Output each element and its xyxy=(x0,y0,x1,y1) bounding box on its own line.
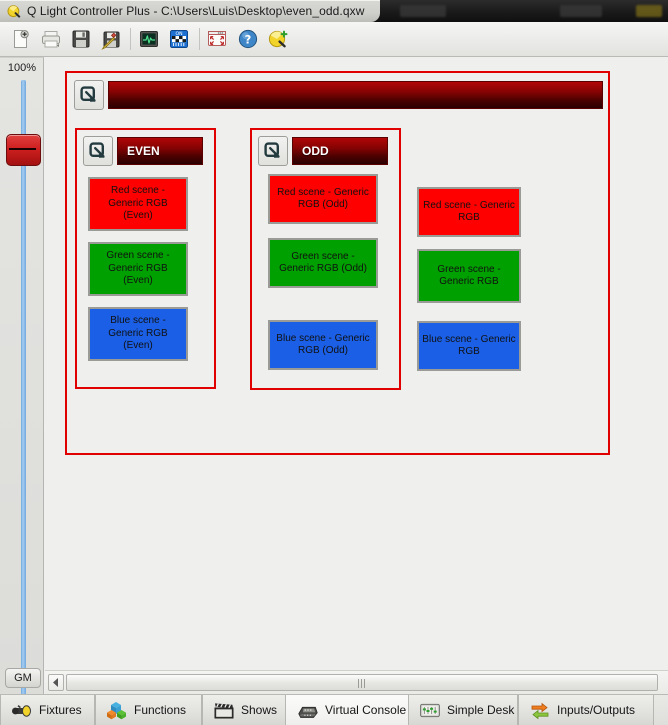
grand-master-panel: 100% GM xyxy=(0,57,44,710)
save-as-document-button[interactable] xyxy=(98,26,124,52)
fixture-light-icon xyxy=(11,700,33,720)
horizontal-scrollbar[interactable] xyxy=(45,670,668,694)
colored-cubes-icon xyxy=(106,700,128,720)
window-title: Q Light Controller Plus - C:\Users\Luis\… xyxy=(27,4,365,18)
scroll-left-arrow-icon[interactable] xyxy=(48,674,64,691)
button-label: Green scene - Generic RGB xyxy=(437,263,501,288)
tab-fixtures[interactable]: Fixtures xyxy=(0,695,95,725)
application-window: Q Light Controller Plus - C:\Users\Luis\… xyxy=(0,0,668,725)
fullscreen-button[interactable] xyxy=(204,26,230,52)
button-red-scene-even[interactable]: Red scene - Generic RGB (Even) xyxy=(88,177,188,231)
grand-master-slider-track[interactable] xyxy=(21,80,26,710)
monitor-button[interactable] xyxy=(136,26,162,52)
save-document-button[interactable] xyxy=(68,26,94,52)
collapse-frame-icon[interactable] xyxy=(258,136,288,166)
tab-simple-desk[interactable]: Simple Desk xyxy=(408,695,518,725)
button-label: Red scene - Generic RGB (Even) xyxy=(108,185,168,222)
tab-label: Functions xyxy=(134,703,187,717)
button-label: Red scene - Generic RGB (Odd) xyxy=(277,186,369,211)
tab-functions[interactable]: Functions xyxy=(95,695,202,725)
main-frame[interactable]: EVEN Red scene - Generic RGB (Even) Gree… xyxy=(65,71,610,455)
even-frame[interactable]: EVEN Red scene - Generic RGB (Even) Gree… xyxy=(75,128,216,389)
tab-label: Simple Desk xyxy=(447,703,515,717)
help-button[interactable]: ? xyxy=(235,26,261,52)
tab-label: Shows xyxy=(241,703,278,717)
button-blue-scene[interactable]: Blue scene - Generic RGB xyxy=(417,321,521,371)
even-frame-title[interactable]: EVEN xyxy=(117,137,203,165)
button-label: Red scene - Generic RGB xyxy=(423,199,515,224)
grand-master-button[interactable]: GM xyxy=(5,668,41,688)
button-green-scene-even[interactable]: Green scene - Generic RGB (Even) xyxy=(88,242,188,296)
blackout-button[interactable] xyxy=(265,26,291,52)
odd-frame[interactable]: ODD Red scene - Generic RGB (Odd) Green … xyxy=(250,128,401,390)
tab-label: Fixtures xyxy=(39,703,82,717)
tab-shows[interactable]: Shows xyxy=(202,695,286,725)
collapse-frame-icon[interactable] xyxy=(74,80,104,110)
button-blue-scene-odd[interactable]: Blue scene - Generic RGB (Odd) xyxy=(268,320,378,370)
faders-icon xyxy=(419,700,441,720)
button-red-scene[interactable]: Red scene - Generic RGB xyxy=(417,187,521,237)
virtual-console-workspace[interactable]: EVEN Red scene - Generic RGB (Even) Gree… xyxy=(45,57,668,670)
tab-label: Virtual Console xyxy=(325,703,407,717)
button-label: Blue scene - Generic RGB (Odd) xyxy=(276,332,370,357)
svg-text:?: ? xyxy=(245,33,252,47)
collapse-frame-icon[interactable] xyxy=(83,136,113,166)
button-green-scene[interactable]: Green scene - Generic RGB xyxy=(417,249,521,303)
title-bar: Q Light Controller Plus - C:\Users\Luis\… xyxy=(0,0,668,22)
scroll-grip-icon xyxy=(358,679,367,688)
button-label: Blue scene - Generic RGB xyxy=(422,333,516,358)
button-blue-scene-even[interactable]: Blue scene - Generic RGB (Even) xyxy=(88,307,188,361)
new-document-button[interactable] xyxy=(8,26,34,52)
tab-virtual-console[interactable]: Virtual Console xyxy=(286,695,408,725)
open-document-button[interactable] xyxy=(38,26,64,52)
grand-master-value-label: 100% xyxy=(7,62,37,74)
button-label: Blue scene - Generic RGB (Even) xyxy=(108,315,168,352)
qlc-logo-icon xyxy=(7,4,21,18)
scrollbar-thumb[interactable] xyxy=(66,674,658,691)
mixer-console-icon xyxy=(297,700,319,720)
tab-label: Inputs/Outputs xyxy=(557,703,636,717)
button-label: Green scene - Generic RGB (Even) xyxy=(106,250,170,287)
main-frame-title[interactable] xyxy=(108,81,603,109)
main-toolbar: ON ? xyxy=(0,22,668,57)
main-tab-bar: Fixtures Functions Shows Virtual Console… xyxy=(0,694,668,725)
clapperboard-icon xyxy=(213,700,235,720)
tab-inputs-outputs[interactable]: Inputs/Outputs xyxy=(518,695,654,725)
grand-master-slider-handle[interactable] xyxy=(6,134,41,166)
button-red-scene-odd[interactable]: Red scene - Generic RGB (Odd) xyxy=(268,174,378,224)
button-label: Green scene - Generic RGB (Odd) xyxy=(279,250,367,275)
odd-frame-title[interactable]: ODD xyxy=(292,137,388,165)
button-green-scene-odd[interactable]: Green scene - Generic RGB (Odd) xyxy=(268,238,378,288)
in-out-arrows-icon xyxy=(529,700,551,720)
dmx-address-tool-button[interactable]: ON xyxy=(166,26,192,52)
